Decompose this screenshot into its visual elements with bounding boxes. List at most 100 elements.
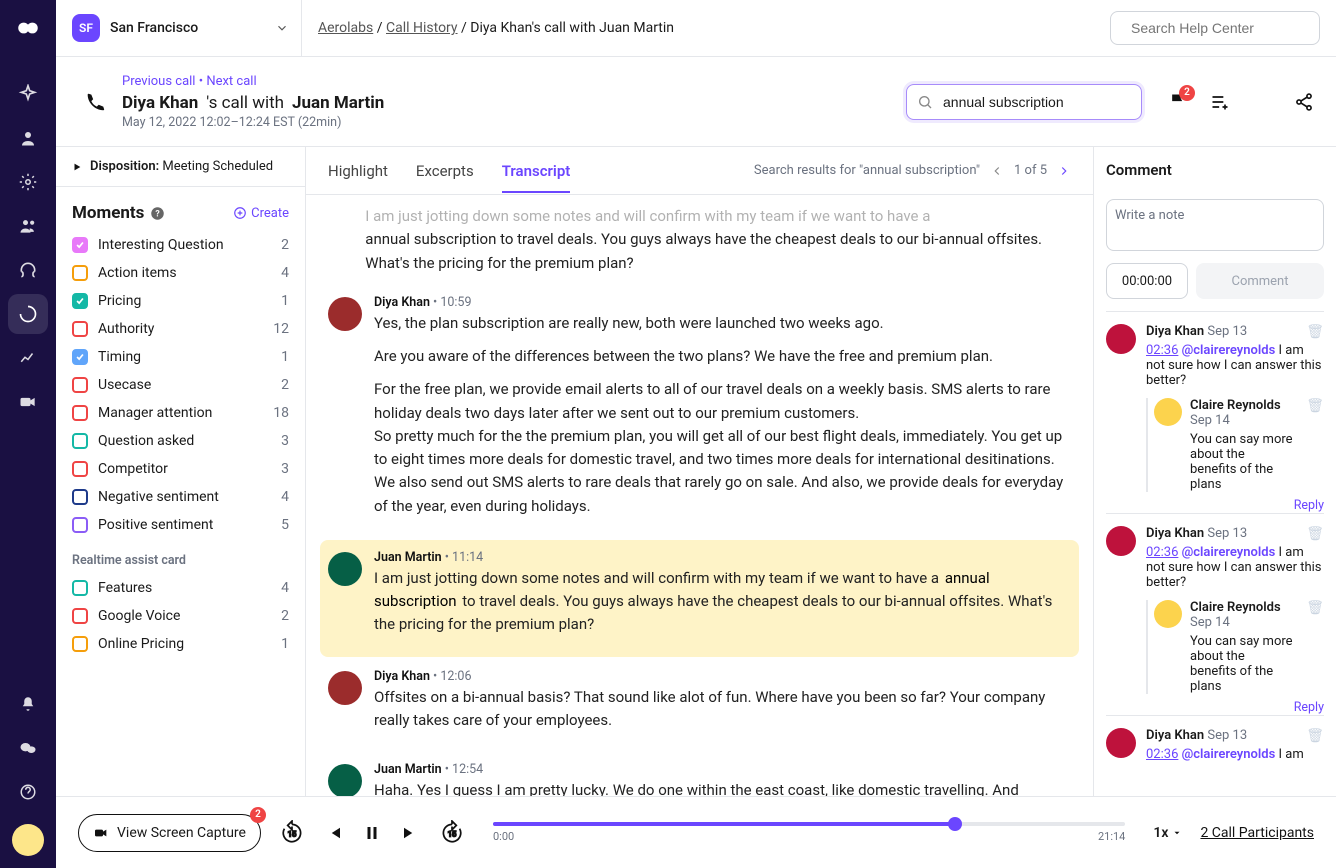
checkbox-icon[interactable] [72,237,88,253]
next-call-link[interactable]: Next call [206,74,256,89]
checkbox-icon[interactable] [72,293,88,309]
pause-button[interactable] [363,824,381,842]
transcript-turn: Diya Khan • 12:06Offsites on a bi-annual… [328,659,1071,753]
moment-item[interactable]: Question asked3 [56,427,305,455]
disposition-row[interactable]: Disposition: Meeting Scheduled [56,147,305,187]
moment-item[interactable]: Authority12 [56,315,305,343]
comment-submit-button[interactable]: Comment [1196,263,1324,299]
help-search-input[interactable] [1129,19,1314,37]
transcript-text: I am just jotting down some notes and wi… [365,205,1071,275]
moment-item[interactable]: Interesting Question2 [56,231,305,259]
chart-icon[interactable] [8,338,48,378]
comment-item: Diya Khan Sep 1302:36 @clairereynolds I … [1106,513,1324,715]
breadcrumb-org[interactable]: Aerolabs [318,20,373,36]
assist-item[interactable]: Google Voice2 [56,602,305,630]
moment-item[interactable]: Action items4 [56,259,305,287]
moment-item[interactable]: Manager attention18 [56,399,305,427]
checkbox-icon[interactable] [72,517,88,533]
checkbox-icon[interactable] [72,636,88,652]
moment-item[interactable]: Timing1 [56,343,305,371]
playlist-add-button[interactable] [1210,92,1230,112]
reply-link[interactable]: Reply [1146,700,1324,715]
svg-text:?: ? [156,209,161,219]
help-search[interactable] [1110,11,1320,45]
moment-count: 1 [281,293,289,309]
bell-icon[interactable] [8,684,48,724]
plus-icon [233,206,247,220]
comment-input[interactable]: Write a note [1106,199,1324,251]
flag-badge: 2 [1179,85,1195,101]
prev-track-button[interactable] [325,824,343,842]
transcript-search-input[interactable] [941,93,1131,111]
assist-item[interactable]: Online Pricing1 [56,630,305,658]
forward-15-button[interactable]: 15 [439,820,465,846]
checkbox-icon[interactable] [72,405,88,421]
comment-timestamp[interactable]: 02:36 [1146,545,1178,560]
checkbox-icon[interactable] [72,377,88,393]
flag-button[interactable]: 2 [1168,92,1188,112]
user-avatar[interactable] [12,824,44,856]
next-track-button[interactable] [401,824,419,842]
checkbox-icon[interactable] [72,489,88,505]
chevron-right-icon[interactable] [1057,164,1071,178]
participants-link[interactable]: 2 Call Participants [1200,825,1314,841]
checkbox-icon[interactable] [72,580,88,596]
moment-item[interactable]: Competitor3 [56,455,305,483]
search-results-pos: 1 of 5 [1014,163,1047,178]
checkbox-icon[interactable] [72,433,88,449]
people-icon[interactable] [8,206,48,246]
comment-header: Diya Khan Sep 13 [1146,728,1324,743]
gear-icon[interactable] [8,162,48,202]
comment-timestamp[interactable]: 02:36 [1146,747,1178,762]
checkbox-icon[interactable] [72,321,88,337]
search-icon [917,94,933,110]
chevron-left-icon[interactable] [990,164,1004,178]
rewind-15-button[interactable]: 15 [279,820,305,846]
workspace-switcher[interactable]: SF San Francisco [72,0,302,56]
sparkle-icon[interactable] [8,74,48,114]
video-icon[interactable] [8,382,48,422]
speaker-line: Juan Martin • 11:14 [374,550,1071,565]
delete-icon[interactable]: 🗑 [1306,728,1324,744]
timestamp-input[interactable]: 00:00:00 [1106,263,1188,299]
reply-link[interactable]: Reply [1146,498,1324,513]
moment-label: Pricing [98,293,271,309]
tab-highlight[interactable]: Highlight [328,150,388,192]
delete-icon[interactable]: 🗑 [1306,398,1324,492]
tab-transcript[interactable]: Transcript [502,150,571,192]
help-icon[interactable] [8,772,48,812]
checkbox-icon[interactable] [72,461,88,477]
transcript-text: Offsites on a bi-annual basis? That soun… [374,686,1071,733]
transcript-search[interactable] [906,84,1142,120]
checkbox-icon[interactable] [72,349,88,365]
assist-item[interactable]: Features4 [56,574,305,602]
transcript-turn: I am just jotting down some notes and wi… [328,195,1071,285]
moment-item[interactable]: Usecase2 [56,371,305,399]
view-screen-capture-button[interactable]: View Screen Capture 2 [78,814,261,852]
share-button[interactable] [1294,92,1314,112]
checkbox-icon[interactable] [72,608,88,624]
delete-icon[interactable]: 🗑 [1306,526,1324,542]
comments-title: Comment [1106,161,1324,179]
moment-item[interactable]: Pricing 1 [56,287,305,315]
delete-icon[interactable]: 🗑 [1306,600,1324,694]
info-icon: ? [150,206,165,221]
topbar: SF San Francisco Aerolabs / Call History… [56,0,1336,57]
prev-call-link[interactable]: Previous call [122,74,195,89]
comment-timestamp[interactable]: 02:36 [1146,343,1178,358]
chat-icon[interactable] [8,728,48,768]
timeline[interactable]: 0:0021:14 [483,822,1135,843]
playback-speed[interactable]: 1x [1153,825,1182,841]
breadcrumb-section[interactable]: Call History [386,20,458,36]
download-button[interactable] [1252,92,1272,112]
history-icon[interactable] [8,294,48,334]
create-moment-button[interactable]: Create [233,206,289,221]
moment-item[interactable]: Negative sentiment4 [56,483,305,511]
headset-icon[interactable] [8,250,48,290]
person-icon[interactable] [8,118,48,158]
tab-excerpts[interactable]: Excerpts [416,150,474,192]
checkbox-icon[interactable] [72,265,88,281]
delete-icon[interactable]: 🗑 [1306,324,1324,340]
app-logo[interactable] [12,12,44,44]
moment-item[interactable]: Positive sentiment5 [56,511,305,539]
